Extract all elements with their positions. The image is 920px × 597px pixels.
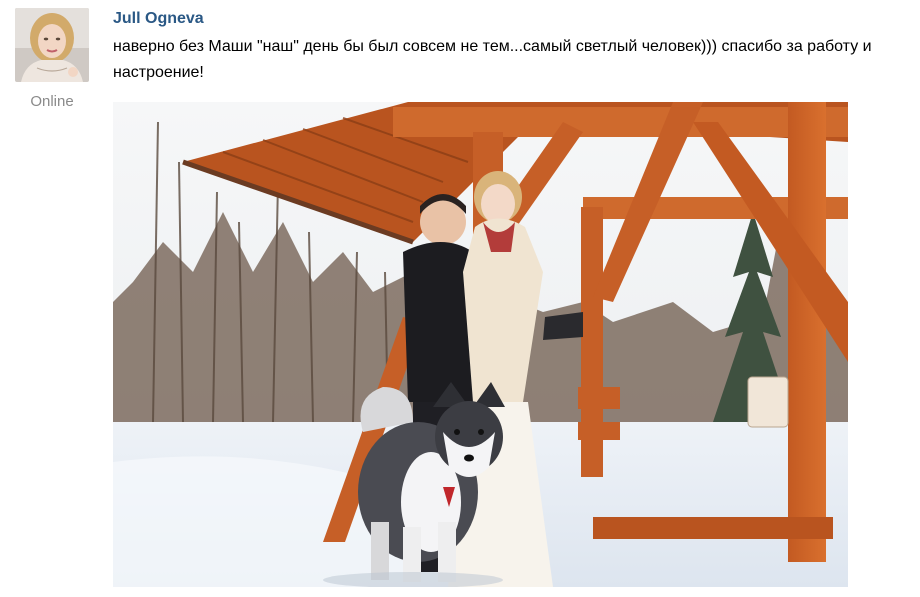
avatar-photo-icon [15, 8, 89, 82]
message-text: наверно без Маши "наш" день бы был совсе… [113, 38, 872, 81]
wedding-photo-icon [113, 102, 848, 587]
avatar[interactable] [15, 8, 89, 82]
online-status: Online [30, 93, 74, 110]
author-name-link[interactable]: Jull Ogneva [113, 10, 204, 28]
attached-photo[interactable] [113, 102, 848, 587]
